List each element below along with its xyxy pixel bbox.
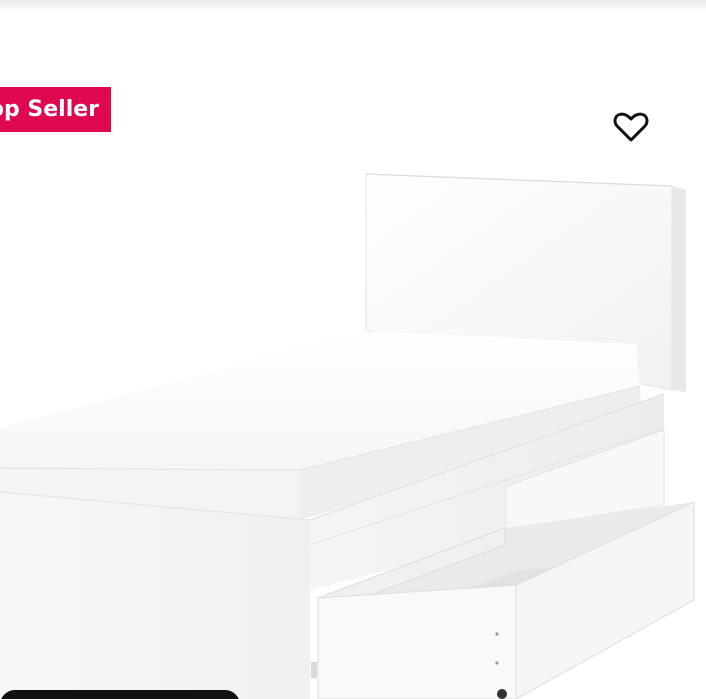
top-seller-badge: op Seller [0,87,111,132]
badge-label: op Seller [0,97,99,122]
image-control-pill[interactable] [0,690,240,699]
heart-outline-icon [613,112,649,142]
product-image-viewer: op Seller [0,0,706,699]
wishlist-button[interactable] [610,106,652,148]
